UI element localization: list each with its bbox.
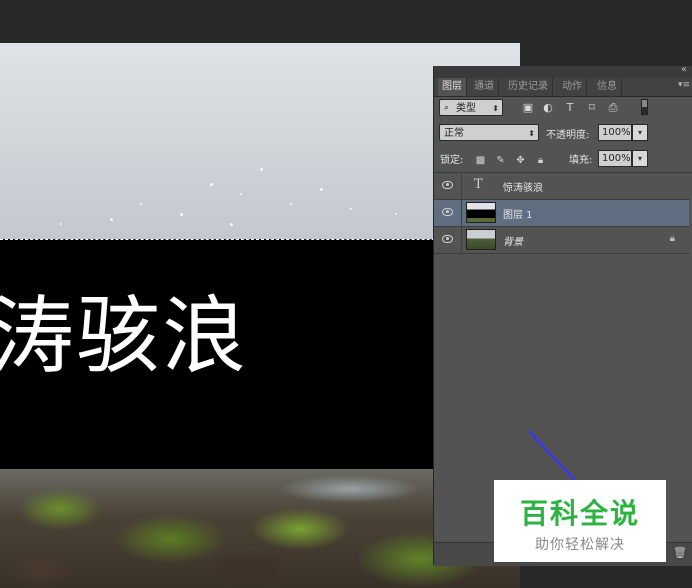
tab-info[interactable]: 信息 xyxy=(593,78,622,96)
visibility-eye-icon[interactable] xyxy=(442,208,453,216)
pixel-filter-icon[interactable]: ▣ xyxy=(521,101,535,114)
lock-icon: 🔒︎ xyxy=(669,233,675,244)
fill-dropdown-arrow[interactable]: ▾ xyxy=(632,150,648,167)
lock-label: 锁定: xyxy=(440,155,464,166)
lock-transparent-icon[interactable]: ▩ xyxy=(474,155,487,166)
layers-list: T 惊涛骇浪 图层 1 背景 🔒︎ xyxy=(434,172,692,255)
layer-row-background[interactable]: 背景 🔒︎ xyxy=(434,227,689,254)
panel-menu-icon[interactable]: ▾≡ xyxy=(678,80,690,90)
opacity-label: 不透明度: xyxy=(546,130,590,141)
filter-kind-value: 类型 xyxy=(456,103,476,114)
text-layer-icon: T xyxy=(474,177,483,192)
lock-position-move-icon[interactable]: ✥ xyxy=(514,155,527,166)
collapse-icon[interactable]: « xyxy=(681,64,687,75)
filter-toggle-switch[interactable] xyxy=(641,99,648,115)
layer-name: 图层 1 xyxy=(503,210,533,221)
trash-icon[interactable]: 🗑︎ xyxy=(673,546,687,559)
fill-input[interactable]: 100% xyxy=(598,150,632,167)
opacity-input[interactable]: 100% xyxy=(598,124,632,141)
layer-thumbnail xyxy=(466,229,496,250)
opacity-dropdown-arrow[interactable]: ▾ xyxy=(632,124,648,141)
watermark-subtitle: 助你轻松解决 xyxy=(535,537,625,553)
row-divider xyxy=(461,200,462,226)
shape-filter-icon[interactable]: ⌑ xyxy=(585,101,599,114)
layer-name: 惊涛骇浪 xyxy=(503,183,543,194)
lock-all-icon[interactable]: 🔒︎ xyxy=(534,155,547,166)
fill-label: 填充: xyxy=(569,155,593,166)
blend-mode-value: 正常 xyxy=(444,128,464,139)
type-filter-icon[interactable]: T xyxy=(563,101,577,114)
watermark-title: 百科全说 xyxy=(519,497,640,530)
visibility-eye-icon[interactable] xyxy=(442,181,453,189)
layer-row-text[interactable]: T 惊涛骇浪 xyxy=(434,173,689,200)
lock-image-brush-icon[interactable]: ✎ xyxy=(494,155,507,166)
row-divider xyxy=(461,227,462,253)
search-icon: ⌕ xyxy=(444,103,450,113)
smart-object-filter-icon[interactable]: ⎙ xyxy=(606,101,620,115)
tab-actions[interactable]: 动作 xyxy=(558,78,587,96)
panel-tab-row: 图层 通道 历史记录 动作 信息 ▾≡ xyxy=(434,78,692,97)
layer-filter-dropdown[interactable]: ⌕ 类型 ⬍ xyxy=(439,99,503,116)
watermark-logo: 百科全说 助你轻松解决 xyxy=(494,480,666,562)
tab-channels[interactable]: 通道 xyxy=(470,78,499,96)
canvas-text-layer: 涛骇浪 xyxy=(0,287,249,385)
layer-name: 背景 xyxy=(503,237,523,248)
chevron-updown-icon: ⬍ xyxy=(492,104,499,113)
blend-mode-dropdown[interactable]: 正常 ⬍ xyxy=(439,124,539,141)
visibility-eye-icon[interactable] xyxy=(442,235,453,243)
layer-row-layer1[interactable]: 图层 1 xyxy=(434,200,689,227)
panel-title-bar[interactable]: « xyxy=(434,64,692,78)
adjustment-filter-icon[interactable]: ◐ xyxy=(541,101,555,114)
tab-history[interactable]: 历史记录 xyxy=(504,78,553,96)
tab-layers[interactable]: 图层 xyxy=(438,78,467,96)
row-divider xyxy=(461,173,462,199)
chevron-updown-icon: ⬍ xyxy=(528,129,535,138)
layer-thumbnail xyxy=(466,202,496,223)
